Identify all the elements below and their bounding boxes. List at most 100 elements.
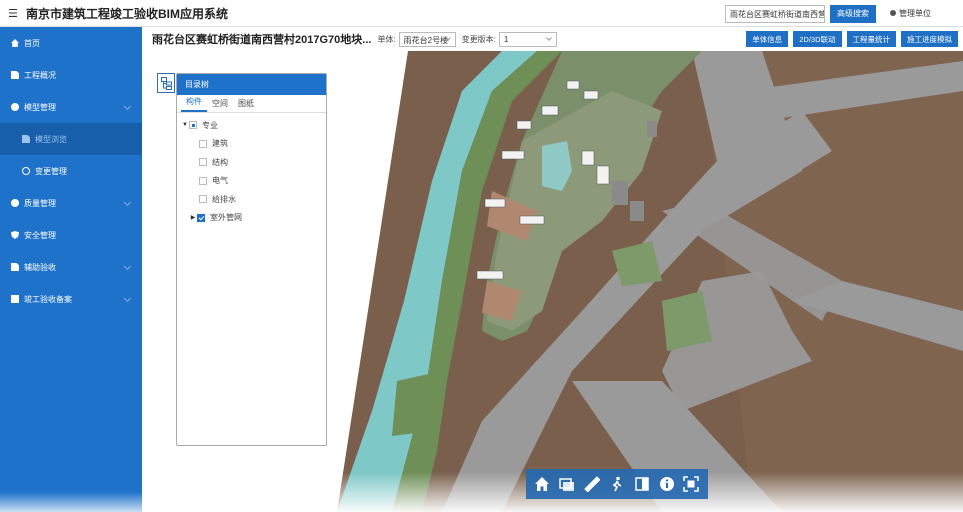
tree-node-plumbing[interactable]: 给排水 xyxy=(177,190,326,209)
header-right: 雨花台区赛虹桥街道南西营村 高级搜索 管理单位 xyxy=(725,0,963,27)
layers-button[interactable] xyxy=(558,475,576,493)
unit-info-button[interactable]: 单体信息 xyxy=(746,31,789,47)
tree-node-label: 建筑 xyxy=(212,139,228,149)
fullscreen-icon xyxy=(683,476,700,492)
user-icon xyxy=(890,9,896,16)
tab-components[interactable]: 构件 xyxy=(181,96,207,112)
section-icon xyxy=(635,477,649,491)
checkbox-partial[interactable] xyxy=(189,121,197,130)
checkbox[interactable] xyxy=(199,139,207,148)
layers-icon xyxy=(559,478,575,491)
checkbox-checked[interactable] xyxy=(197,213,205,222)
advanced-search-button[interactable]: 高级搜索 xyxy=(830,4,876,23)
directory-tree-panel: 目录树 构件 空间 图纸 ▼ 专业 建筑 结构 电气 给排水 ▶ 室外管网 xyxy=(176,73,327,446)
unit-select-value: 雨花台2号楼 xyxy=(403,35,449,45)
top-header: ☰ 南京市建筑工程竣工验收BIM应用系统 雨花台区赛虹桥街道南西营村 高级搜索 … xyxy=(0,0,963,27)
project-title: 雨花台区赛虹桥街道南西营村2017G70地块... xyxy=(152,34,372,46)
quantity-stats-button[interactable]: 工程量统计 xyxy=(846,31,896,47)
sidebar-item-label: 模型浏览 xyxy=(35,134,67,144)
home-icon xyxy=(11,39,19,47)
sidebar-item-quality-management[interactable]: 质量管理 xyxy=(0,187,142,219)
tree-node-discipline[interactable]: ▼ 专业 xyxy=(177,116,326,135)
sidebar-item-home[interactable]: 首页 xyxy=(0,27,142,59)
tree-node-outdoor-pipes[interactable]: ▶ 室外管网 xyxy=(177,209,326,228)
tree-node-architecture[interactable]: 建筑 xyxy=(177,135,326,154)
info-button[interactable] xyxy=(658,475,676,493)
fullscreen-button[interactable] xyxy=(682,475,700,493)
chevron-down-icon xyxy=(123,294,132,303)
section-button[interactable] xyxy=(633,475,651,493)
sidebar-item-label: 首页 xyxy=(24,38,40,48)
walk-mode-button[interactable] xyxy=(608,475,626,493)
sidebar-item-change-management[interactable]: 变更管理 xyxy=(0,155,142,187)
walk-icon xyxy=(612,476,622,492)
sidebar-item-completion-filing[interactable]: 竣工验收备案 xyxy=(0,283,142,315)
chevron-down-icon xyxy=(546,34,552,41)
home-icon xyxy=(535,477,550,491)
quality-icon xyxy=(11,199,19,207)
info-icon xyxy=(659,477,674,491)
caret-down-icon[interactable]: ▼ xyxy=(181,122,189,128)
home-view-button[interactable] xyxy=(533,475,551,493)
map-toolbar xyxy=(526,469,708,499)
app-title: 南京市建筑工程竣工验收BIM应用系统 xyxy=(26,6,228,21)
sidebar: 首页 工程概况 模型管理 模型浏览 变更管理 质量管理 安全管理 辅助验收 竣工… xyxy=(0,27,142,512)
chevron-down-icon xyxy=(123,262,132,271)
model-icon xyxy=(11,103,19,111)
file-icon xyxy=(22,135,30,143)
measure-button[interactable] xyxy=(583,475,601,493)
chevron-down-icon xyxy=(123,198,132,207)
chevron-down-icon xyxy=(444,34,451,41)
sidebar-item-label: 变更管理 xyxy=(35,166,67,176)
2d-3d-link-button[interactable]: 2D/3D联动 xyxy=(793,31,842,47)
sidebar-item-label: 模型管理 xyxy=(24,102,56,112)
tree-node-label: 室外管网 xyxy=(210,213,242,223)
tree-node-label: 给排水 xyxy=(212,194,236,204)
sidebar-footer xyxy=(0,492,142,512)
checkbox[interactable] xyxy=(199,176,207,185)
toolbar-buttons: 单体信息 2D/3D联动 工程量统计 施工进度模拟 xyxy=(741,31,958,47)
tree-node-structure[interactable]: 结构 xyxy=(177,153,326,172)
sidebar-item-model-browse[interactable]: 模型浏览 xyxy=(0,123,142,155)
archive-icon xyxy=(11,295,19,303)
tree-tabs: 构件 空间 图纸 xyxy=(177,95,326,113)
sidebar-item-label: 工程概况 xyxy=(24,70,56,80)
sidebar-item-label: 安全管理 xyxy=(24,230,56,240)
construction-simulation-button[interactable]: 施工进度模拟 xyxy=(901,31,958,47)
tree-node-label: 电气 xyxy=(212,176,228,186)
checkbox[interactable] xyxy=(199,158,207,167)
tab-spaces[interactable]: 空间 xyxy=(207,98,233,112)
unit-select[interactable]: 雨花台2号楼 xyxy=(398,31,456,47)
change-icon xyxy=(22,167,30,175)
tree-panel-title: 目录树 xyxy=(177,74,326,95)
clipboard-icon xyxy=(11,263,19,271)
sidebar-item-assisted-acceptance[interactable]: 辅助验收 xyxy=(0,251,142,283)
tree-node-electrical[interactable]: 电气 xyxy=(177,172,326,191)
version-label: 变更版本: xyxy=(461,34,496,44)
sidebar-item-safety-management[interactable]: 安全管理 xyxy=(0,219,142,251)
sidebar-item-label: 竣工验收备案 xyxy=(24,294,72,304)
directory-tree-toggle[interactable] xyxy=(157,73,175,93)
sidebar-item-project-overview[interactable]: 工程概况 xyxy=(0,59,142,91)
user-menu[interactable]: 管理单位 xyxy=(890,8,931,19)
tree-node-label: 专业 xyxy=(202,120,218,130)
shield-icon xyxy=(11,231,19,239)
measure-icon xyxy=(584,476,601,492)
version-select[interactable]: 1 xyxy=(498,31,557,47)
search-input[interactable]: 雨花台区赛虹桥街道南西营村 xyxy=(725,4,825,23)
caret-right-icon[interactable]: ▶ xyxy=(189,214,197,221)
sidebar-item-label: 质量管理 xyxy=(24,198,56,208)
tree-icon xyxy=(161,77,172,90)
sidebar-item-label: 辅助验收 xyxy=(24,262,56,272)
hamburger-icon[interactable]: ☰ xyxy=(8,7,24,20)
checkbox[interactable] xyxy=(199,195,207,204)
document-icon xyxy=(11,71,19,79)
tab-drawings[interactable]: 图纸 xyxy=(233,98,259,112)
user-label: 管理单位 xyxy=(899,9,931,18)
chevron-down-icon xyxy=(123,102,132,111)
model-toolbar: 雨花台区赛虹桥街道南西营村2017G70地块... 单体: 雨花台2号楼 变更版… xyxy=(142,27,963,51)
unit-label: 单体: xyxy=(377,34,396,44)
tree-node-label: 结构 xyxy=(212,157,228,167)
sidebar-item-model-management[interactable]: 模型管理 xyxy=(0,91,142,123)
version-select-value: 1 xyxy=(503,34,509,44)
